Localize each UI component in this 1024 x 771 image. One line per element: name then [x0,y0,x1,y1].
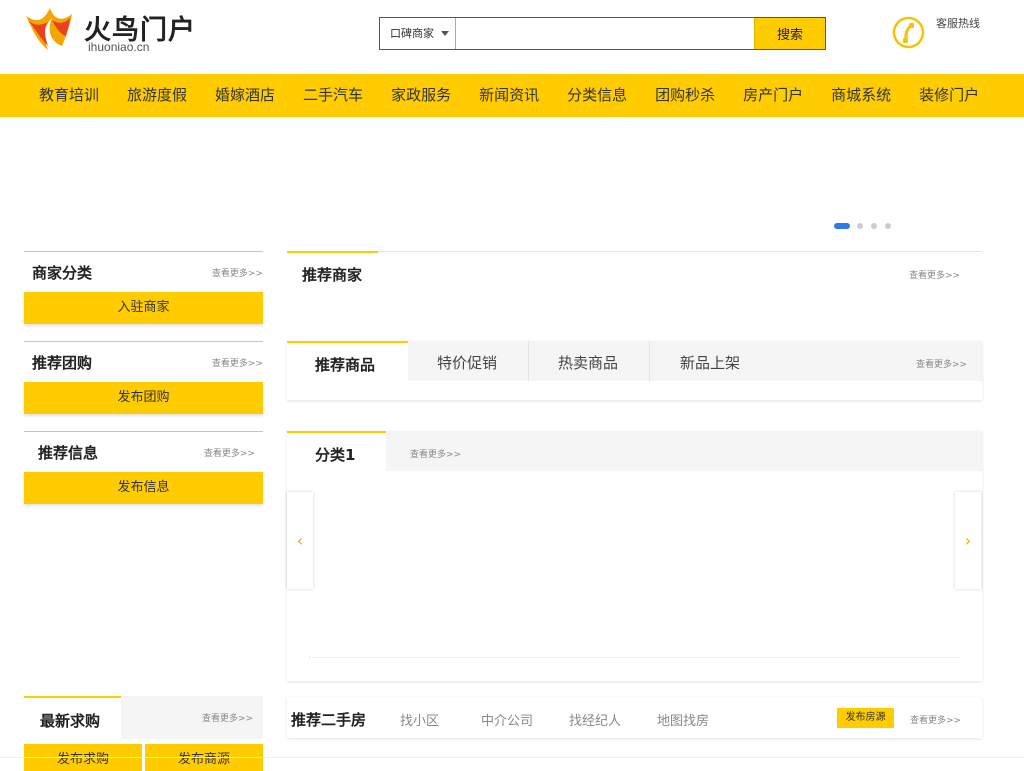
nav-item-mall[interactable]: 商城系统 [817,74,905,117]
more-link[interactable]: 查看更多>> [916,357,967,370]
nav-item-education[interactable]: 教育培训 [25,74,113,117]
nav-item-housekeeping[interactable]: 家政服务 [377,74,465,117]
info-title: 推荐信息 [38,443,99,462]
info-box: 推荐信息 查看更多>> 发布信息 [24,431,263,504]
tab-label: 分类1 [315,446,356,464]
merchant-category-box: 商家分类 查看更多>> 入驻商家 [24,251,263,324]
wanted-box: 最新求购 查看更多>> [24,696,263,739]
link-map-search[interactable]: 地图找房 [657,710,709,729]
group-buy-title: 推荐团购 [32,353,93,372]
more-link[interactable]: 查看更多>> [410,447,461,460]
link-agency[interactable]: 中介公司 [481,710,533,729]
hotline-label: 客服热线 [936,17,980,30]
more-link[interactable]: 查看更多>> [204,446,255,459]
publish-listing-button[interactable]: 发布房源 [837,708,894,728]
tab-hot-products[interactable]: 热卖商品 [529,341,650,381]
products-panel: 推荐商品 特价促销 热卖商品 新品上架 查看更多>> [287,341,982,400]
nav-item-travel[interactable]: 旅游度假 [113,74,201,117]
tab-new-arrivals[interactable]: 新品上架 [650,341,771,381]
main-nav: 教育培训 旅游度假 婚嫁酒店 二手汽车 家政服务 新闻资讯 分类信息 团购秒杀 … [0,74,1024,117]
chevron-left-icon: ‹ [296,531,304,550]
category-panel: 分类1 查看更多>> ‹ › [287,431,982,681]
tab-label: 新品上架 [680,354,741,372]
chevron-right-icon: › [964,531,972,550]
banner-dot[interactable] [871,223,877,229]
carousel-prev-button[interactable]: ‹ [287,492,313,589]
publish-group-buy-button[interactable]: 发布团购 [24,382,263,414]
search-input[interactable] [457,18,754,49]
tab-category-1[interactable]: 分类1 [287,431,386,471]
nav-item-real-estate[interactable]: 房产门户 [729,74,817,117]
banner-dot-active[interactable] [834,223,850,229]
more-link[interactable]: 查看更多>> [212,356,263,369]
search-type-select[interactable]: 口碑商家 [380,18,456,49]
search-button[interactable]: 搜索 [754,18,825,49]
tab-recommended-products[interactable]: 推荐商品 [287,341,408,381]
more-link[interactable]: 查看更多>> [212,266,263,279]
join-merchant-button[interactable]: 入驻商家 [24,292,263,324]
merchant-category-title: 商家分类 [32,263,93,282]
more-link[interactable]: 查看更多>> [910,713,961,726]
chevron-down-icon [441,31,449,36]
footer-divider [0,757,1024,758]
banner-dot[interactable] [885,223,891,229]
phone-icon [892,16,925,49]
more-link[interactable]: 查看更多>> [909,268,960,281]
link-find-community[interactable]: 找小区 [400,710,439,729]
publish-info-button[interactable]: 发布信息 [24,472,263,504]
tab-label: 推荐商品 [315,356,376,374]
wanted-tab[interactable]: 最新求购 [24,696,121,739]
more-link[interactable]: 查看更多>> [202,711,253,724]
second-hand-title: 推荐二手房 [291,711,367,729]
search-type-label: 口碑商家 [390,27,434,40]
nav-item-wedding[interactable]: 婚嫁酒店 [201,74,289,117]
tab-underline [287,251,378,253]
nav-item-news[interactable]: 新闻资讯 [465,74,553,117]
merchants-panel: 推荐商家 查看更多>> [287,251,982,319]
logo-domain: ihuoniao.cn [88,40,150,54]
tab-label: 热卖商品 [558,354,619,372]
banner-dot[interactable] [857,223,863,229]
merchants-title: 推荐商家 [302,266,363,284]
group-buy-box: 推荐团购 查看更多>> 发布团购 [24,341,263,414]
nav-item-classifieds[interactable]: 分类信息 [553,74,641,117]
tab-special-offers[interactable]: 特价促销 [408,341,529,381]
second-hand-panel: 推荐二手房 找小区 中介公司 找经纪人 地图找房 发布房源 查看更多>> [287,697,982,738]
carousel-next-button[interactable]: › [955,492,981,589]
tab-label: 特价促销 [437,354,498,372]
nav-item-decoration[interactable]: 装修门户 [905,74,993,117]
nav-item-used-cars[interactable]: 二手汽车 [289,74,377,117]
divider [309,657,959,658]
link-find-agent[interactable]: 找经纪人 [569,710,621,729]
logo-icon[interactable] [22,6,74,56]
nav-item-group-buy[interactable]: 团购秒杀 [641,74,729,117]
wanted-title: 最新求购 [40,712,101,730]
search-bar: 口碑商家 搜索 [379,17,826,50]
category-tab-bar [287,431,982,471]
